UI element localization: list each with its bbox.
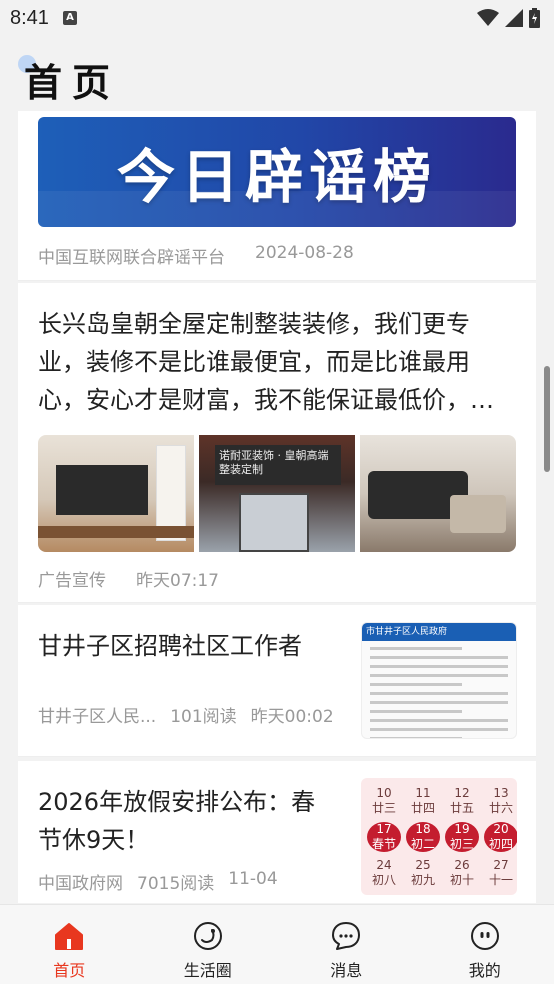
banner-text: 今日辟谣榜: [116, 143, 437, 211]
feed-card-ad[interactable]: 长兴岛皇朝全屋定制整装装修，我们更专业，装修不是比谁最便宜，而是比谁最用心，安心…: [18, 283, 536, 603]
card-meta: 甘井子区人民... 101阅读 昨天00:02: [38, 702, 334, 727]
card-meta: 广告宣传 昨天07:17: [38, 566, 516, 591]
calendar-day: 25 初九: [410, 858, 435, 887]
calendar-day: 24 初八: [371, 858, 396, 887]
notification-icon: A: [62, 11, 77, 25]
status-time: 8:41: [10, 6, 49, 29]
tab-messages-label: 消息: [330, 961, 363, 980]
calendar-day: 26 初十: [449, 858, 474, 887]
thumbnail-storefront: 诺耐亚装饰 · 皇朝高端整装定制: [199, 435, 355, 552]
card-date: 2024-08-28: [255, 243, 354, 263]
document-header: 市甘井子区人民政府: [362, 623, 516, 641]
card-source: 中国互联网联合辟谣平台: [38, 248, 225, 268]
card-meta: 中国政府网 7015阅读 11-04: [38, 869, 278, 894]
status-bar: 8:41 A: [0, 0, 554, 36]
card-time: 11-04: [228, 869, 278, 889]
card-reads: 101阅读: [170, 707, 237, 727]
card-time: 昨天07:17: [136, 571, 219, 591]
wifi-icon: [477, 9, 499, 26]
thumbnail-sofa: [360, 435, 516, 552]
status-icons: [477, 8, 540, 28]
card-source: 甘井子区人民...: [38, 707, 157, 727]
tab-profile-label: 我的: [468, 961, 501, 980]
calendar-day: 10 廿三: [371, 786, 396, 815]
card-thumbnails: 诺耐亚装饰 · 皇朝高端整装定制: [38, 435, 516, 552]
calendar-day: 27 十一: [488, 858, 513, 887]
calendar-day: 12 廿五: [449, 786, 474, 815]
tab-life-circle-label: 生活圈: [183, 961, 232, 980]
news-feed[interactable]: 今日辟谣榜 中国互联网联合辟谣平台 2024-08-28 长兴岛皇朝全屋定制整装…: [18, 111, 536, 903]
page-title: 首页: [24, 61, 121, 105]
tab-home-label: 首页: [53, 961, 86, 980]
calendar-holiday: 18 初二: [406, 822, 440, 852]
calendar-holiday: 17 春节: [367, 822, 401, 852]
store-sign: 诺耐亚装饰 · 皇朝高端整装定制: [215, 445, 341, 485]
home-icon: [54, 921, 84, 951]
card-headline: 2026年放假安排公布：春节休9天！: [38, 788, 316, 854]
card-headline: 甘井子区招聘社区工作者: [38, 632, 302, 660]
calendar-holiday: 19 初三: [445, 822, 479, 852]
card-reads: 7015阅读: [137, 874, 215, 894]
battery-icon: [529, 8, 540, 28]
tab-messages[interactable]: 消息: [301, 921, 391, 981]
feed-card-article[interactable]: 甘井子区招聘社区工作者 甘井子区人民... 101阅读 昨天00:02 市甘井子…: [18, 605, 536, 757]
calendar-grid: 10 廿三 11 廿四 12 廿五 13 廿六 17 春节 18 初二 19 初三 20 初四 …: [361, 778, 517, 895]
calendar-holiday: 20 初四: [484, 822, 517, 852]
tab-life-circle[interactable]: 生活圈: [163, 921, 253, 981]
bottom-tab-bar: 首页 生活圈 消息 我的: [0, 904, 554, 984]
banner-image: 今日辟谣榜: [38, 117, 516, 227]
tab-profile[interactable]: 我的: [440, 921, 530, 981]
card-source: 广告宣传: [38, 571, 106, 591]
card-thumbnail-document: 市甘井子区人民政府: [361, 622, 517, 739]
chat-icon: [331, 921, 361, 951]
feed-card-banner[interactable]: 今日辟谣榜 中国互联网联合辟谣平台 2024-08-28: [18, 111, 536, 281]
card-meta: 中国互联网联合辟谣平台 2024-08-28: [38, 243, 516, 268]
feed-card-article[interactable]: 2026年放假安排公布：春节休9天！ 中国政府网 7015阅读 11-04 10…: [18, 761, 536, 903]
card-source: 中国政府网: [38, 874, 123, 894]
calendar-day: 13 廿六: [488, 786, 513, 815]
signal-icon: [505, 9, 523, 27]
calendar-day: 11 廿四: [410, 786, 435, 815]
card-headline: 长兴岛皇朝全屋定制整装装修，我们更专业，装修不是比谁最便宜，而是比谁最用心，安心…: [38, 310, 494, 414]
circle-icon: [193, 921, 223, 951]
tab-home[interactable]: 首页: [24, 921, 114, 981]
scrollbar-thumb[interactable]: [544, 366, 550, 472]
card-thumbnail-calendar: 10 廿三 11 廿四 12 廿五 13 廿六 17 春节 18 初二 19 初三 20 初四 …: [361, 778, 517, 895]
thumbnail-living-room: [38, 435, 194, 552]
profile-icon: [470, 921, 500, 951]
card-time: 昨天00:02: [250, 707, 334, 727]
